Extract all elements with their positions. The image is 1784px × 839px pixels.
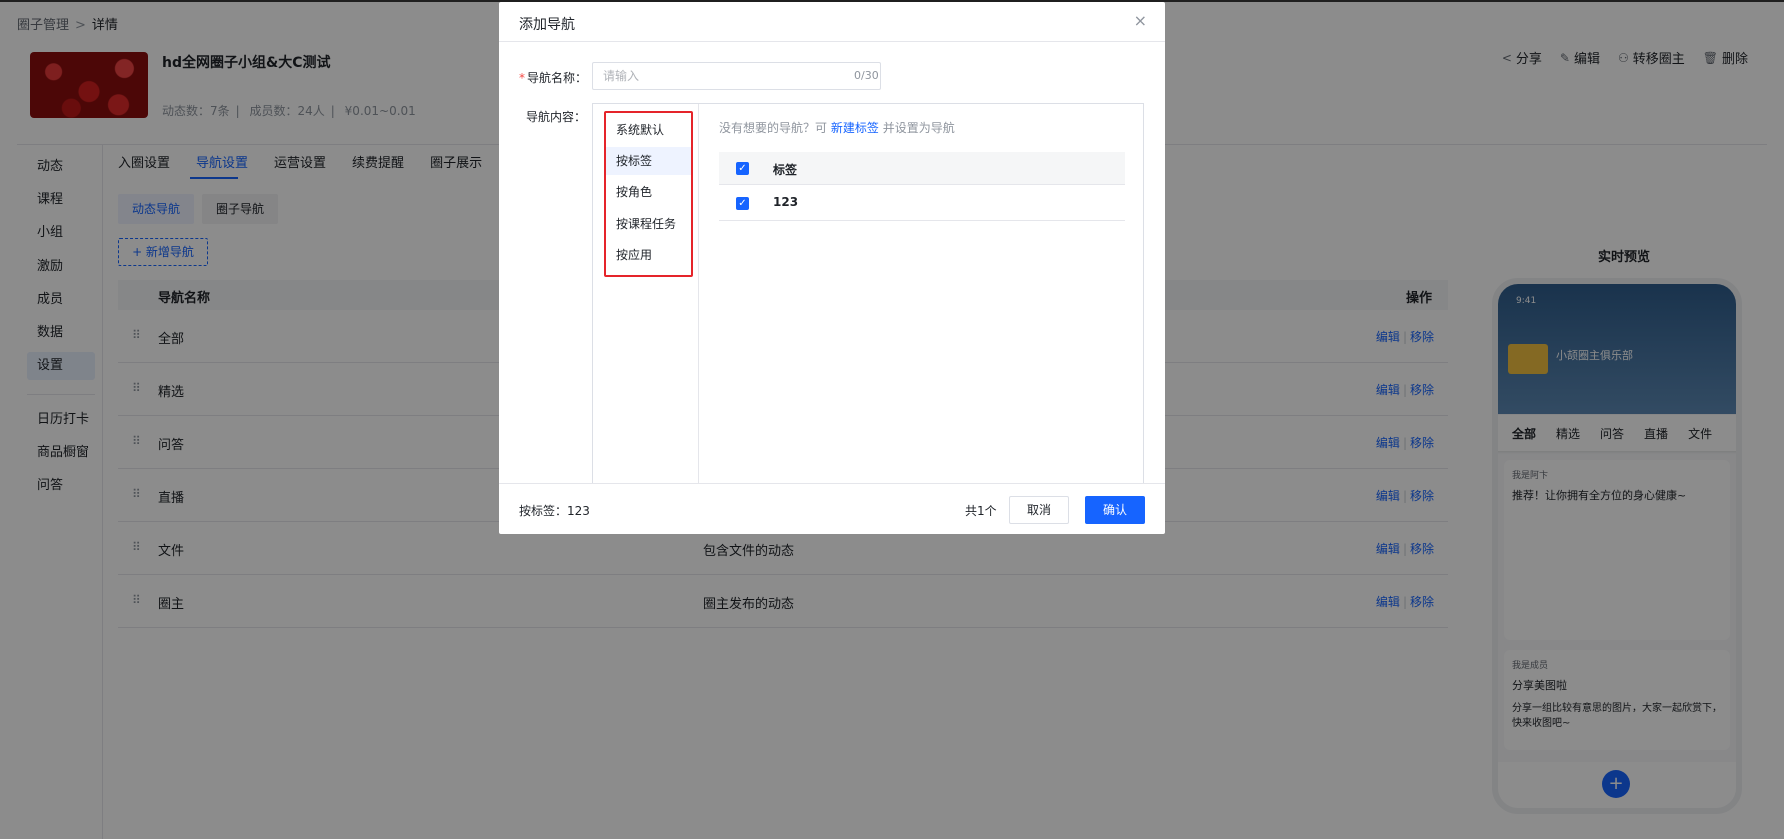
- dialog-title: 添加导航: [519, 17, 575, 33]
- nav-content-panel: 系统默认 按标签 按角色 按课程任务 按应用 没有想要的导航？可 新建标签 并设…: [592, 103, 1144, 483]
- tag-name: 123: [773, 195, 799, 209]
- tag-checkbox[interactable]: ✓: [736, 197, 749, 210]
- nav-name-label: * 导航名称：: [519, 69, 587, 86]
- nav-content-label: 导航内容：: [526, 110, 587, 124]
- tag-table-header: ✓ 标签: [719, 152, 1125, 185]
- select-all-checkbox[interactable]: ✓: [736, 162, 749, 175]
- tag-row: ✓ 123: [719, 185, 1125, 221]
- nav-name-char-count: 0/30: [854, 69, 879, 82]
- create-tag-hint: 没有想要的导航？可 新建标签 并设置为导航: [719, 119, 955, 136]
- dialog-footer: 按标签：123 共1个 取消 确认: [499, 483, 1165, 534]
- tag-col-header: 标签: [773, 163, 798, 177]
- required-mark: *: [519, 71, 525, 85]
- add-nav-dialog: 添加导航 × *导航名称： 0/30 导航内容： 系统默认 按标签 按角色 按课…: [499, 2, 1165, 534]
- hint-prefix: 没有想要的导航？可: [719, 121, 828, 135]
- category-list: 系统默认 按标签 按角色 按课程任务 按应用: [593, 104, 699, 483]
- nav-name-label-text: 导航名称：: [527, 71, 588, 85]
- close-icon[interactable]: ×: [1134, 11, 1147, 30]
- confirm-button[interactable]: 确认: [1085, 496, 1145, 524]
- create-tag-link[interactable]: 新建标签: [831, 121, 879, 135]
- cancel-button[interactable]: 取消: [1009, 496, 1069, 524]
- dialog-header: 添加导航 ×: [499, 2, 1165, 42]
- hint-suffix: 并设置为导航: [882, 121, 955, 135]
- nav-name-input[interactable]: [592, 62, 881, 90]
- tag-table: ✓ 标签 ✓ 123: [719, 152, 1125, 221]
- selection-total: 共1个: [965, 504, 997, 518]
- selection-summary: 按标签：123: [519, 504, 590, 518]
- category-highlight-outline: [604, 111, 693, 277]
